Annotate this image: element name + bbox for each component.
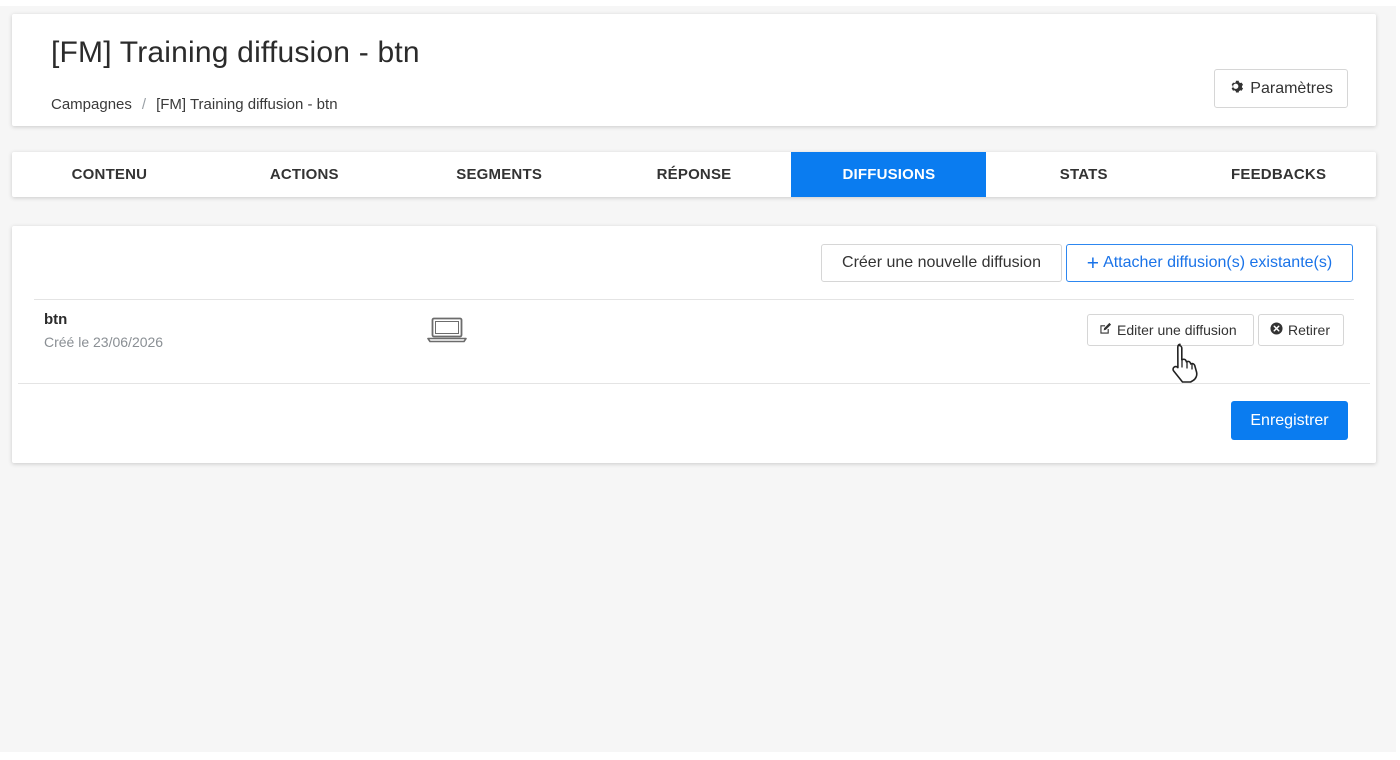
tab-contenu[interactable]: CONTENU xyxy=(12,152,207,197)
settings-label: Paramètres xyxy=(1250,79,1333,97)
tab-diffusions[interactable]: DIFFUSIONS xyxy=(791,152,987,197)
breadcrumb-item-current: [FM] Training diffusion - btn xyxy=(156,96,338,113)
breadcrumb-item-campagnes[interactable]: Campagnes xyxy=(51,96,132,113)
settings-button[interactable]: Paramètres xyxy=(1214,69,1348,108)
page-title: [FM] Training diffusion - btn xyxy=(51,36,420,69)
save-button[interactable]: Enregistrer xyxy=(1231,401,1348,440)
attach-diffusion-label: Attacher diffusion(s) existante(s) xyxy=(1103,254,1333,271)
remove-diffusion-label: Retirer xyxy=(1288,322,1331,338)
tab-segments[interactable]: SEGMENTS xyxy=(402,152,597,197)
attach-diffusion-button[interactable]: + Attacher diffusion(s) existante(s) xyxy=(1066,244,1353,282)
diffusion-name: btn xyxy=(44,311,68,328)
tab-feedbacks[interactable]: FEEDBACKS xyxy=(1181,152,1376,197)
divider xyxy=(34,299,1354,300)
tab-stats[interactable]: STATS xyxy=(986,152,1181,197)
tab-actions[interactable]: ACTIONS xyxy=(207,152,402,197)
diffusion-created-date: Créé le 23/06/2026 xyxy=(44,334,164,350)
edit-diffusion-label: Editer une diffusion xyxy=(1117,322,1237,338)
edit-icon xyxy=(1099,322,1112,338)
remove-diffusion-button[interactable]: Retirer xyxy=(1258,314,1344,346)
breadcrumb-separator: / xyxy=(141,96,147,113)
breadcrumb: Campagnes / [FM] Training diffusion - bt… xyxy=(51,96,338,113)
laptop-icon xyxy=(427,317,467,343)
tab-bar: CONTENU ACTIONS SEGMENTS RÉPONSE DIFFUSI… xyxy=(12,152,1376,197)
hand-pointer-icon xyxy=(1168,342,1206,384)
tab-reponse[interactable]: RÉPONSE xyxy=(597,152,792,197)
gear-icon xyxy=(1229,79,1244,99)
create-diffusion-button[interactable]: Créer une nouvelle diffusion xyxy=(821,244,1062,282)
plus-icon: + xyxy=(1086,251,1100,275)
page-header: [FM] Training diffusion - btn Campagnes … xyxy=(12,14,1376,126)
remove-circle-icon xyxy=(1270,322,1283,338)
